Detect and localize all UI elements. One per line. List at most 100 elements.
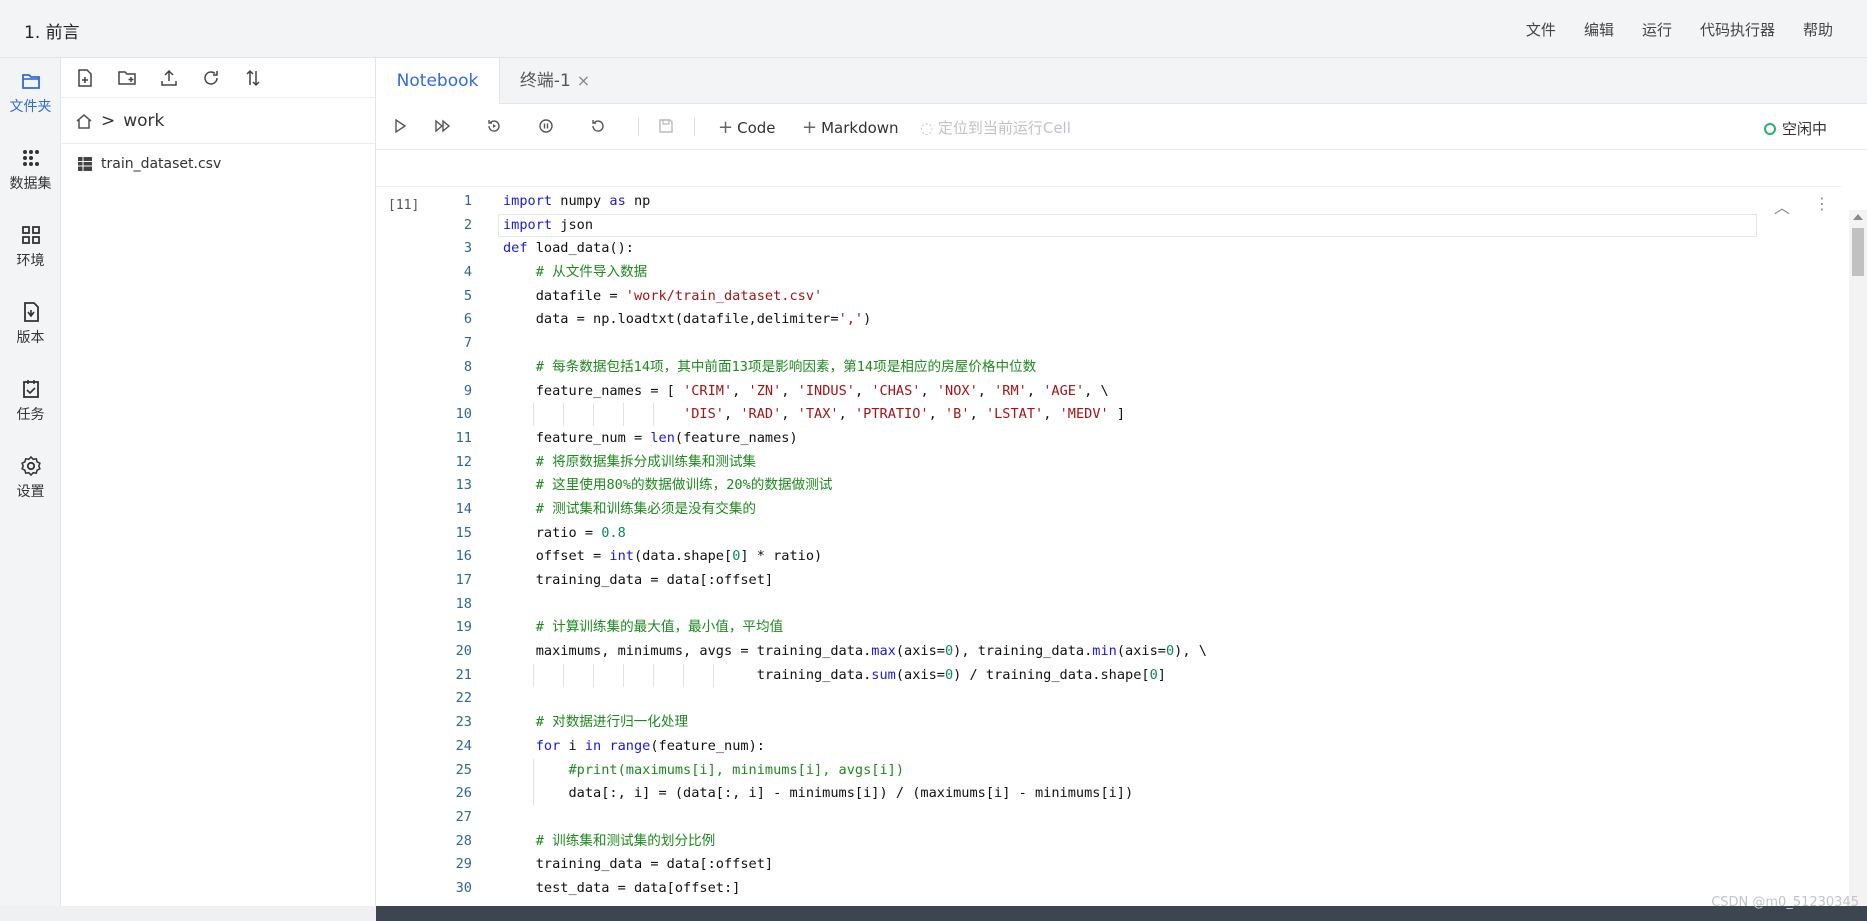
bottom-left-bar [0, 906, 376, 921]
scroll-thumb[interactable] [1852, 228, 1864, 276]
rail-label-task: 任务 [16, 407, 45, 423]
notebook-title: 1. 前言 [24, 23, 80, 43]
top-bar: 1. 前言 文件 编辑 运行 代码执行器 帮助 [0, 0, 1867, 58]
new-folder-icon[interactable] [117, 68, 137, 88]
save-icon[interactable] [658, 118, 674, 134]
rail-item-environment[interactable]: 环境 [0, 212, 61, 282]
restart-icon[interactable] [590, 118, 606, 134]
rail-item-settings[interactable]: 设置 [0, 443, 61, 513]
code-line[interactable]: 25 #print(maximums[i], minimums[i], avgs… [376, 758, 1841, 783]
code-line[interactable]: 16 offset = int(data.shape[0] * ratio) [376, 545, 1841, 569]
indent-guide [713, 663, 714, 687]
indent-guide [533, 758, 534, 782]
breadcrumb-separator: > [101, 110, 116, 131]
code-line[interactable]: 3 def load_data(): [376, 237, 1841, 261]
sort-icon[interactable] [243, 68, 263, 88]
indent-guide [563, 403, 564, 427]
code-line[interactable]: 26 data[:, i] = (data[:, i] - minimums[i… [376, 782, 1841, 806]
code-text: feature_names = [ 'CRIM', 'ZN', 'INDUS',… [503, 382, 1109, 399]
home-icon[interactable] [75, 112, 93, 130]
add-code-button[interactable]: + Code [718, 117, 776, 138]
code-line[interactable]: 23 # 对数据进行归一化处理 [376, 711, 1841, 735]
code-line[interactable]: 27 [376, 806, 1841, 830]
code-line[interactable]: 9 feature_names = [ 'CRIM', 'ZN', 'INDUS… [376, 380, 1841, 404]
code-line[interactable]: 24 for i in range(feature_num): [376, 735, 1841, 759]
line-number: 27 [455, 808, 472, 825]
cell-divider [376, 150, 1841, 187]
code-line[interactable]: 5 datafile = 'work/train_dataset.csv' [376, 285, 1841, 309]
csv-file-icon [78, 157, 92, 171]
file-name: train_dataset.csv [101, 156, 222, 172]
rail-label-dataset: 数据集 [9, 176, 52, 192]
code-line[interactable]: 8 # 每条数据包括14项，其中前面13项是影响因素，第14项是相应的房屋价格中… [376, 356, 1841, 380]
code-line[interactable]: 4 # 从文件导入数据 [376, 261, 1841, 285]
indent-guide [563, 663, 564, 687]
interrupt-icon[interactable] [538, 118, 554, 134]
settings-icon [20, 455, 41, 477]
code-line[interactable]: 14 # 测试集和训练集必须是没有交集的 [376, 498, 1841, 522]
run-icon[interactable] [392, 118, 408, 134]
line-number: 25 [455, 761, 472, 778]
run-all-icon[interactable] [434, 118, 452, 134]
code-line[interactable]: 30 test_data = data[offset:] [376, 877, 1841, 901]
locate-icon: ◌ [920, 119, 938, 137]
rail-item-task[interactable]: 任务 [0, 366, 61, 436]
code-line[interactable]: 21 training_data.sum(axis=0) / training_… [376, 663, 1841, 688]
tab-terminal-label: 终端-1 [519, 71, 571, 91]
code-line[interactable]: 22 [376, 687, 1841, 711]
code-line[interactable]: 6 data = np.loadtxt(datafile,delimiter='… [376, 308, 1841, 332]
rail-item-version[interactable]: 版本 [0, 289, 61, 359]
tab-bar: Notebook 终端-1 × [376, 58, 1867, 104]
code-line[interactable]: 17 training_data = data[:offset] [376, 569, 1841, 593]
code-text: datafile = 'work/train_dataset.csv' [503, 287, 823, 304]
code-line[interactable]: 11 feature_num = len(feature_names) [376, 427, 1841, 451]
breadcrumb-folder[interactable]: work [123, 111, 164, 131]
task-icon [22, 380, 39, 398]
add-markdown-button[interactable]: + Markdown [802, 117, 899, 138]
scroll-up-icon[interactable] [1853, 214, 1863, 220]
refresh-icon[interactable] [201, 68, 221, 88]
code-line[interactable]: 2 import json [376, 214, 1841, 238]
menu-file[interactable]: 文件 [1526, 19, 1556, 40]
toolbar-divider [694, 118, 695, 136]
restart-run-icon[interactable] [486, 118, 502, 134]
locate-running-cell-button[interactable]: ◌ 定位到当前运行Cell [920, 117, 1071, 138]
code-line[interactable]: 15 ratio = 0.8 [376, 522, 1841, 546]
notebook-toolbar: + Code + Markdown ◌ 定位到当前运行Cell 空闲中 [376, 104, 1867, 150]
tab-notebook[interactable]: Notebook [376, 58, 500, 104]
menu-help[interactable]: 帮助 [1803, 19, 1833, 40]
rail-item-dataset[interactable]: 数据集 [0, 135, 61, 205]
code-line[interactable]: 28 # 训练集和测试集的划分比例 [376, 830, 1841, 854]
upload-icon[interactable] [159, 68, 179, 88]
new-file-icon[interactable] [75, 68, 95, 88]
line-number: 2 [463, 216, 472, 233]
code-line[interactable]: 7 [376, 332, 1841, 356]
menu-kernel[interactable]: 代码执行器 [1700, 19, 1775, 40]
menu-edit[interactable]: 编辑 [1584, 19, 1614, 40]
menu-run[interactable]: 运行 [1642, 19, 1672, 40]
code-line[interactable]: 10 'DIS', 'RAD', 'TAX', 'PTRATIO', 'B', … [376, 403, 1841, 427]
code-line[interactable]: 20 maximums, minimums, avgs = training_d… [376, 640, 1841, 664]
indent-guide [683, 663, 684, 687]
line-number: 4 [463, 264, 472, 281]
code-line[interactable]: 1 import numpy as np [376, 190, 1841, 214]
code-line[interactable]: 29 training_data = data[:offset] [376, 853, 1841, 877]
code-line[interactable]: 18 [376, 593, 1841, 617]
kernel-status: 空闲中 [1763, 118, 1827, 139]
code-line[interactable]: 19 # 计算训练集的最大值，最小值，平均值 [376, 616, 1841, 640]
line-number: 24 [455, 737, 472, 754]
code-line[interactable]: 12 # 将原数据集拆分成训练集和测试集 [376, 451, 1841, 475]
close-icon[interactable]: × [577, 71, 590, 90]
rail-item-folder[interactable]: 文件夹 [0, 58, 61, 128]
tab-terminal[interactable]: 终端-1 × [500, 58, 610, 104]
indent-guide [533, 403, 534, 427]
tab-notebook-label: Notebook [396, 71, 479, 91]
line-number: 23 [455, 714, 472, 731]
file-item[interactable]: train_dataset.csv [61, 144, 375, 184]
code-editor[interactable]: 1 import numpy as np 2 import json 3 def load… [376, 190, 1841, 901]
line-number: 1 [463, 193, 472, 209]
code-text: # 计算训练集的最大值，最小值，平均值 [535, 619, 784, 636]
line-number: 19 [455, 619, 472, 636]
vertical-scrollbar[interactable] [1849, 210, 1867, 921]
code-line[interactable]: 13 # 这里使用80%的数据做训练，20%的数据做测试 [376, 474, 1841, 498]
